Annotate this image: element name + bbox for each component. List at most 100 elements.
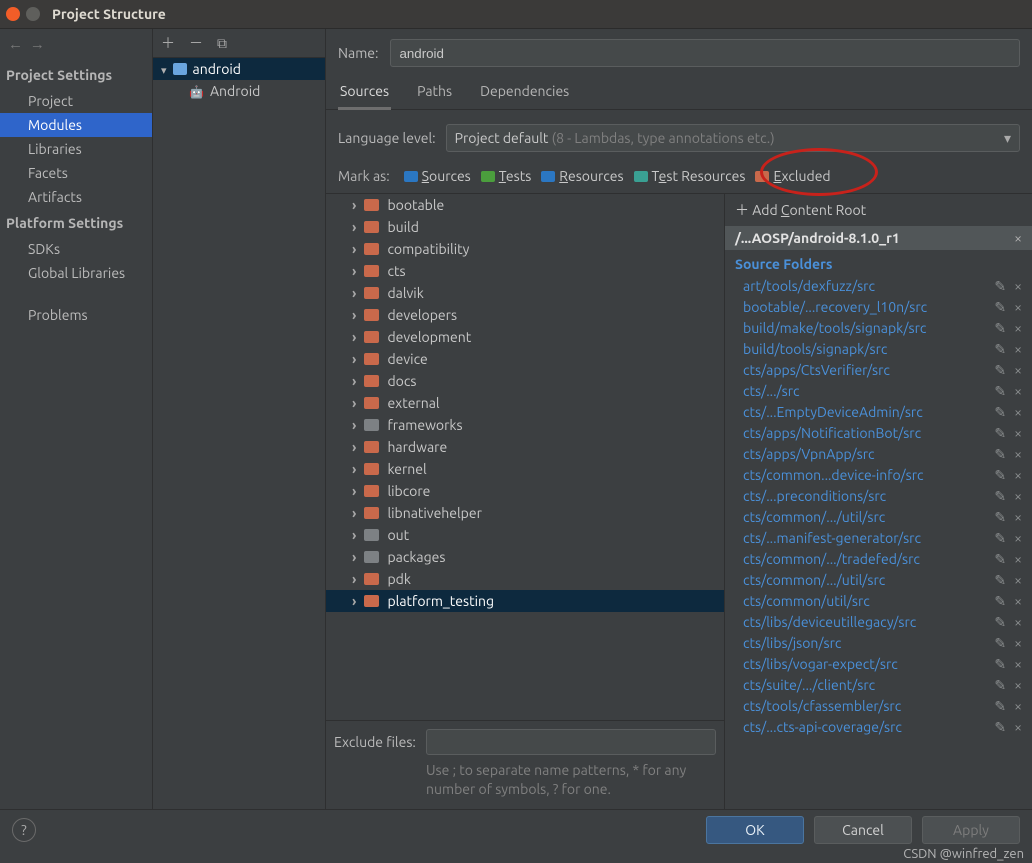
source-folder-row[interactable]: cts/...EmptyDeviceAdmin/src✎× xyxy=(725,402,1032,423)
remove-icon[interactable]: × xyxy=(1014,320,1022,337)
edit-icon[interactable]: ✎ xyxy=(994,677,1006,694)
dir-row-kernel[interactable]: kernel xyxy=(326,458,724,480)
edit-icon[interactable]: ✎ xyxy=(994,572,1006,589)
expand-icon[interactable] xyxy=(352,483,356,499)
source-folder-path[interactable]: cts/libs/json/src xyxy=(743,635,841,651)
expand-icon[interactable] xyxy=(161,61,167,77)
dir-row-hardware[interactable]: hardware xyxy=(326,436,724,458)
remove-icon[interactable]: × xyxy=(1014,488,1022,505)
dir-row-development[interactable]: development xyxy=(326,326,724,348)
dir-row-build[interactable]: build xyxy=(326,216,724,238)
source-folder-row[interactable]: cts/common/.../util/src ✎ × xyxy=(725,570,1032,591)
source-folder-path[interactable]: cts/libs/deviceutillegacy/src xyxy=(743,614,916,630)
edit-icon[interactable]: ✎ xyxy=(994,446,1006,463)
dir-row-libnativehelper[interactable]: libnativehelper xyxy=(326,502,724,524)
module-node-android[interactable]: android xyxy=(153,58,325,80)
help-button[interactable]: ? xyxy=(12,818,36,842)
source-folder-path[interactable]: cts/.../src xyxy=(743,383,800,399)
source-folder-path[interactable]: cts/common...device-info/src xyxy=(743,467,924,483)
source-folder-path[interactable]: build/tools/signapk/src xyxy=(743,341,887,357)
expand-icon[interactable] xyxy=(352,197,356,213)
source-folder-path[interactable]: cts/...preconditions/src xyxy=(743,488,886,504)
copy-module-icon[interactable]: ⧉ xyxy=(217,35,227,52)
remove-icon[interactable]: × xyxy=(1014,383,1022,400)
apply-button[interactable]: Apply xyxy=(922,816,1020,844)
expand-icon[interactable] xyxy=(352,373,356,389)
source-folder-path[interactable]: cts/common/.../util/src xyxy=(743,509,885,525)
source-folder-row[interactable]: cts/...manifest-generator/src✎× xyxy=(725,528,1032,549)
mark-excluded[interactable]: Excluded xyxy=(755,168,830,184)
mark-tests[interactable]: Tests xyxy=(481,168,532,184)
source-folder-row[interactable]: cts/libs/json/src✎× xyxy=(725,633,1032,654)
mark-sources[interactable]: Sources xyxy=(404,168,471,184)
expand-icon[interactable] xyxy=(352,417,356,433)
edit-icon[interactable]: ✎ xyxy=(994,509,1006,526)
remove-icon[interactable]: × xyxy=(1014,341,1022,358)
source-folder-row[interactable]: cts/.../src ✎ × xyxy=(725,381,1032,402)
dir-row-pdk[interactable]: pdk xyxy=(326,568,724,590)
edit-icon[interactable]: ✎ xyxy=(994,656,1006,673)
dir-row-docs[interactable]: docs xyxy=(326,370,724,392)
dir-row-external[interactable]: external xyxy=(326,392,724,414)
language-level-combo[interactable]: Project default (8 - Lambdas, type annot… xyxy=(446,124,1020,152)
dir-row-compatibility[interactable]: compatibility xyxy=(326,238,724,260)
edit-icon[interactable]: ✎ xyxy=(994,320,1006,337)
source-folder-path[interactable]: cts/...cts-api-coverage/src xyxy=(743,719,902,735)
window-minimize-icon[interactable] xyxy=(26,7,40,21)
remove-icon[interactable]: × xyxy=(1014,425,1022,442)
source-folder-path[interactable]: cts/...EmptyDeviceAdmin/src xyxy=(743,404,923,420)
source-folder-path[interactable]: cts/common/.../util/src xyxy=(743,572,885,588)
source-folder-path[interactable]: bootable/...recovery_l10n/src xyxy=(743,299,927,315)
sidebar-item-problems[interactable]: Problems xyxy=(0,303,152,327)
source-folder-row[interactable]: cts/...preconditions/src ✎ × xyxy=(725,486,1032,507)
source-folder-row[interactable]: bootable/...recovery_l10n/src✎× xyxy=(725,297,1032,318)
expand-icon[interactable] xyxy=(352,527,356,543)
sidebar-item-project[interactable]: Project xyxy=(0,89,152,113)
dir-row-frameworks[interactable]: frameworks xyxy=(326,414,724,436)
module-facet-android[interactable]: Android xyxy=(153,80,325,102)
remove-icon[interactable]: × xyxy=(1014,719,1022,736)
edit-icon[interactable]: ✎ xyxy=(994,299,1006,316)
edit-icon[interactable]: ✎ xyxy=(994,530,1006,547)
dir-row-device[interactable]: device xyxy=(326,348,724,370)
remove-icon[interactable]: × xyxy=(1014,593,1022,610)
source-folder-row[interactable]: build/tools/signapk/src ✎ × xyxy=(725,339,1032,360)
remove-root-icon[interactable]: × xyxy=(1014,230,1022,246)
source-folder-row[interactable]: cts/common...device-info/src✎× xyxy=(725,465,1032,486)
tab-sources[interactable]: Sources xyxy=(338,77,391,110)
edit-icon[interactable]: ✎ xyxy=(994,488,1006,505)
add-content-root[interactable]: ＋ Add Content Root xyxy=(725,194,1032,226)
expand-icon[interactable] xyxy=(352,549,356,565)
expand-icon[interactable] xyxy=(352,571,356,587)
remove-icon[interactable]: × xyxy=(1014,572,1022,589)
source-folder-path[interactable]: cts/suite/.../client/src xyxy=(743,677,875,693)
edit-icon[interactable]: ✎ xyxy=(994,341,1006,358)
dir-row-bootable[interactable]: bootable xyxy=(326,194,724,216)
dir-row-packages[interactable]: packages xyxy=(326,546,724,568)
directory-tree[interactable]: bootablebuildcompatibilityctsdalvikdevel… xyxy=(326,194,724,721)
expand-icon[interactable] xyxy=(352,219,356,235)
source-folder-path[interactable]: cts/apps/CtsVerifier/src xyxy=(743,362,890,378)
source-folder-path[interactable]: cts/common/util/src xyxy=(743,593,870,609)
source-folder-path[interactable]: cts/apps/NotificationBot/src xyxy=(743,425,921,441)
edit-icon[interactable]: ✎ xyxy=(994,383,1006,400)
remove-icon[interactable]: × xyxy=(1014,467,1022,484)
source-folder-row[interactable]: build/make/tools/signapk/src ✎ × xyxy=(725,318,1032,339)
source-folder-path[interactable]: cts/apps/VpnApp/src xyxy=(743,446,875,462)
remove-icon[interactable]: × xyxy=(1014,551,1022,568)
source-folder-row[interactable]: cts/tools/cfassembler/src✎× xyxy=(725,696,1032,717)
dir-row-libcore[interactable]: libcore xyxy=(326,480,724,502)
source-folder-path[interactable]: cts/...manifest-generator/src xyxy=(743,530,921,546)
window-close-icon[interactable] xyxy=(6,7,20,21)
expand-icon[interactable] xyxy=(352,461,356,477)
expand-icon[interactable] xyxy=(352,263,356,279)
ok-button[interactable]: OK xyxy=(706,816,804,844)
expand-icon[interactable] xyxy=(352,351,356,367)
source-folder-row[interactable]: cts/apps/NotificationBot/src✎× xyxy=(725,423,1032,444)
source-folders-list[interactable]: art/tools/dexfuzz/src✎× bootable/...recov… xyxy=(725,276,1032,810)
expand-icon[interactable] xyxy=(352,439,356,455)
source-folder-path[interactable]: build/make/tools/signapk/src xyxy=(743,320,926,336)
source-folder-row[interactable]: art/tools/dexfuzz/src✎× xyxy=(725,276,1032,297)
module-name-input[interactable] xyxy=(390,39,1020,67)
sidebar-item-sdks[interactable]: SDKs xyxy=(0,237,152,261)
